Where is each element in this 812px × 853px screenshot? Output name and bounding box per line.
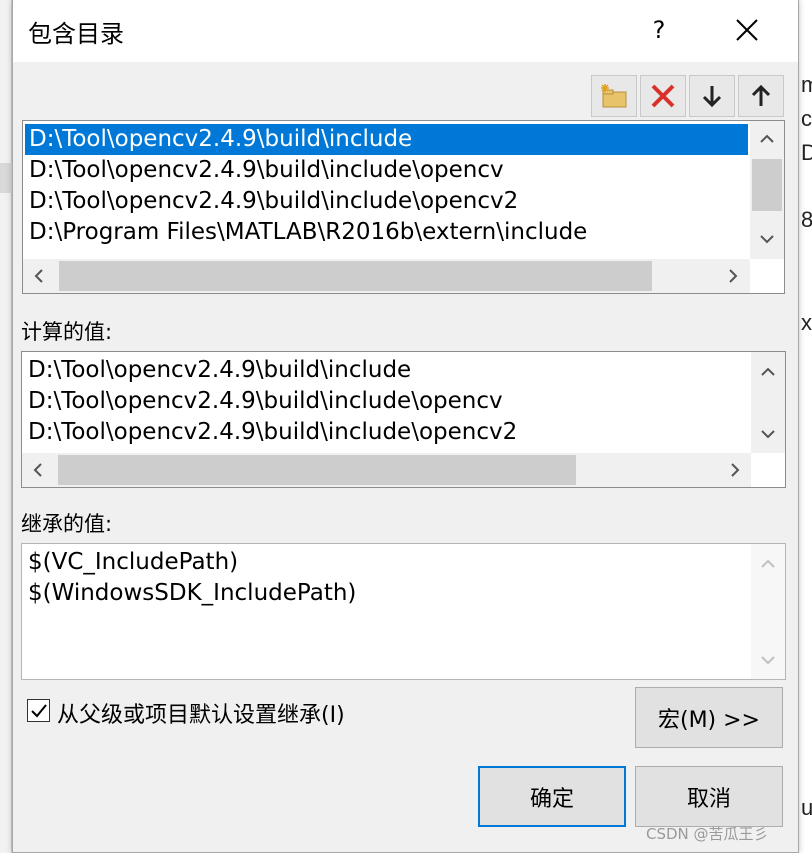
scroll-up-icon[interactable] [757,129,777,149]
scroll-left-icon[interactable] [28,460,48,480]
close-button[interactable] [719,8,775,52]
macros-button[interactable]: 宏(M) >> [635,687,783,748]
scroll-thumb[interactable] [59,261,652,291]
scroll-up-icon[interactable] [758,362,778,382]
inherited-values-list: $(VC_IncludePath) $(WindowsSDK_IncludePa… [21,543,786,680]
cancel-button[interactable]: 取消 [635,766,783,827]
inherited-value-item: $(WindowsSDK_IncludePath) [28,580,357,606]
ok-button[interactable]: 确定 [478,766,626,827]
scroll-down-icon [758,650,778,670]
directory-list[interactable]: D:\Tool\opencv2.4.9\build\include D:\Too… [22,120,785,294]
move-down-button[interactable] [689,75,735,117]
scroll-down-icon[interactable] [757,229,777,249]
vertical-scrollbar[interactable] [751,352,785,453]
evaluated-values-list: D:\Tool\opencv2.4.9\build\include D:\Too… [21,351,786,488]
evaluated-values-label: 计算的值: [21,320,113,344]
directory-item[interactable]: D:\Tool\opencv2.4.9\build\include\opencv… [25,186,748,217]
inherited-value-item: $(VC_IncludePath) [28,549,239,575]
background-text: D [801,140,812,165]
inherit-checkbox[interactable] [27,699,50,722]
include-directories-dialog: 包含目录 ? D:\Tool\opencv2.4.9\build\include… [12,0,799,853]
scroll-down-icon[interactable] [758,424,778,444]
background-text: xe [801,310,812,335]
new-line-button[interactable] [591,75,637,117]
checkmark-icon [30,703,47,717]
scroll-thumb[interactable] [752,159,782,211]
horizontal-scrollbar[interactable] [22,453,751,487]
arrow-up-icon [751,84,771,106]
background-text: m [801,72,812,97]
evaluated-value-item: D:\Tool\opencv2.4.9\build\include\opencv [28,388,503,414]
horizontal-scrollbar[interactable] [23,259,750,293]
vertical-scrollbar[interactable] [750,121,784,259]
inherit-checkbox-label[interactable]: 从父级或项目默认设置继承(I) [57,697,345,729]
delete-x-icon [651,84,675,108]
vertical-scrollbar [751,544,785,679]
scroll-left-icon[interactable] [29,266,49,286]
background-left-highlight [0,163,12,193]
inherited-values-label: 继承的值: [21,512,113,536]
scroll-up-icon [758,554,778,574]
watermark: CSDN @苦瓜王彡 [646,825,769,843]
help-button[interactable]: ? [631,8,687,52]
scroll-thumb[interactable] [58,455,576,485]
close-icon [736,19,758,41]
delete-line-button[interactable] [640,75,686,117]
scroll-right-icon[interactable] [725,460,745,480]
background-text: u [801,795,812,820]
arrow-down-icon [702,86,722,108]
title-bar: 包含目录 ? [13,0,798,62]
evaluated-value-item: D:\Tool\opencv2.4.9\build\include [28,357,412,383]
evaluated-value-item: D:\Tool\opencv2.4.9\build\include\opencv… [28,419,518,445]
background-text: cl [801,106,812,131]
background-left-strip [0,0,12,853]
dialog-title: 包含目录 [28,20,124,48]
background-text: 84 [801,207,812,232]
directory-item[interactable]: D:\Tool\opencv2.4.9\build\include\opencv [25,155,748,186]
directory-item[interactable]: D:\Tool\opencv2.4.9\build\include [25,124,748,155]
new-folder-icon [601,84,627,108]
scroll-right-icon[interactable] [723,266,743,286]
directory-item[interactable]: D:\Program Files\MATLAB\R2016b\extern\in… [25,217,748,248]
move-up-button[interactable] [738,75,784,117]
